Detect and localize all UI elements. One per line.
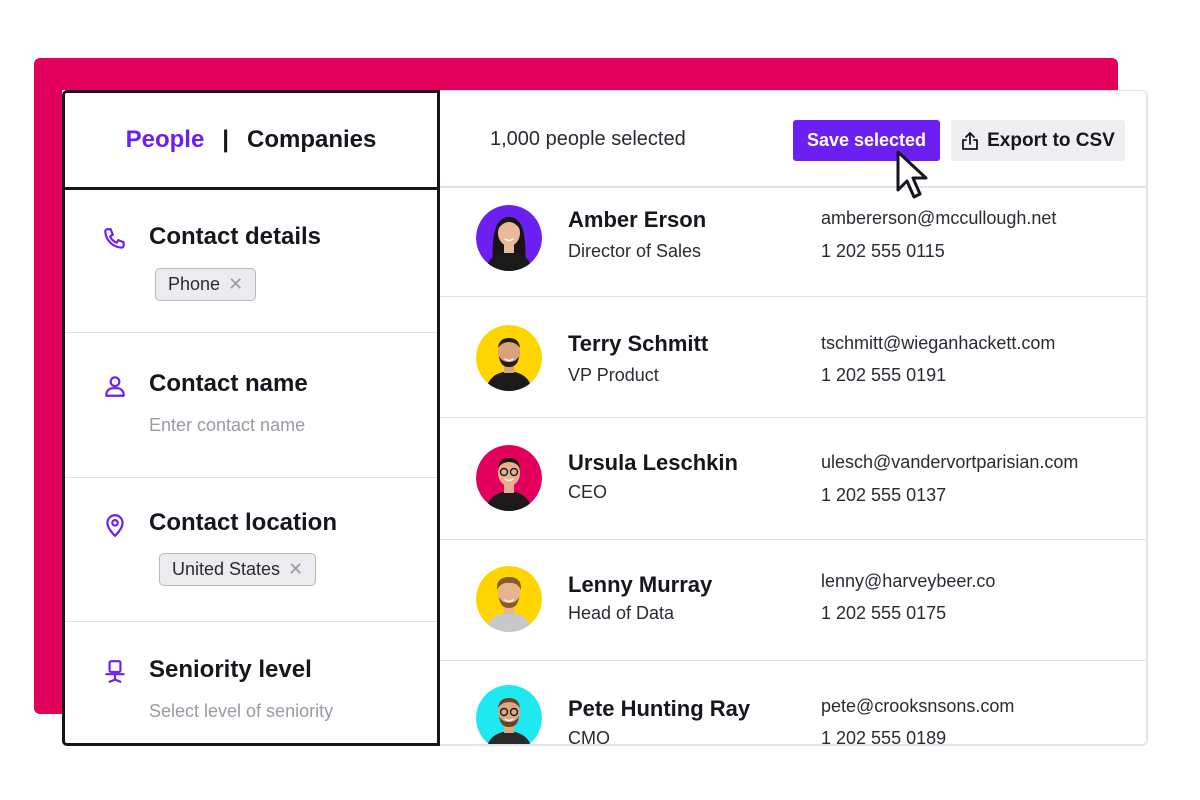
remove-chip-icon[interactable]: ✕ (228, 274, 243, 295)
seniority-select[interactable]: Select level of seniority (149, 701, 333, 722)
share-export-icon (962, 131, 979, 150)
filter-contact-details[interactable]: Contact details Phone ✕ (65, 190, 437, 333)
export-label: Export to CSV (987, 129, 1115, 151)
filter-contact-location[interactable]: Contact location United States ✕ (65, 478, 437, 622)
person-phone: 1 202 555 0175 (821, 603, 947, 623)
filter-title: Contact location (149, 509, 338, 536)
results-panel: 1,000 people selected Save selected Expo… (440, 90, 1148, 746)
person-title: CMO (568, 728, 610, 746)
mouse-cursor-icon (896, 150, 928, 199)
avatar (476, 325, 542, 391)
person-title: VP Product (568, 365, 659, 385)
person-name: Amber Erson (568, 207, 707, 232)
person-name: Pete Hunting Ray (568, 696, 751, 721)
filter-chip-phone[interactable]: Phone ✕ (155, 268, 257, 301)
avatar (476, 566, 542, 632)
table-row[interactable]: Terry Schmitt VP Product tschmitt@wiegan… (440, 297, 1146, 418)
person-phone: 1 202 555 0191 (821, 365, 947, 385)
person-name: Ursula Leschkin (568, 450, 738, 475)
person-title: Head of Data (568, 603, 675, 623)
avatar (476, 205, 542, 271)
chip-label: Phone (168, 274, 221, 294)
person-name: Terry Schmitt (568, 331, 709, 356)
table-row[interactable]: Lenny Murray Head of Data lenny@harveybe… (440, 540, 1146, 661)
person-email: ulesch@vandervortparisian.com (821, 452, 1079, 472)
location-pin-icon (106, 514, 124, 537)
person-title: CEO (568, 482, 608, 502)
filter-seniority-level[interactable]: Seniority level Select level of seniorit… (65, 622, 437, 743)
table-row[interactable]: Ursula Leschkin CEO ulesch@vandervortpar… (440, 418, 1146, 540)
person-email: ambererson@mccullough.net (821, 208, 1057, 228)
filter-chip-united-states[interactable]: United States ✕ (159, 553, 317, 586)
export-csv-button[interactable]: Export to CSV (951, 120, 1125, 161)
filter-title: Contact name (149, 370, 308, 397)
person-email: pete@crooksnsons.com (821, 696, 1015, 716)
person-phone: 1 202 555 0115 (821, 241, 945, 261)
contact-name-input[interactable]: Enter contact name (149, 415, 305, 436)
person-icon (105, 376, 125, 397)
table-row[interactable]: Pete Hunting Ray CMO pete@crooksnsons.co… (440, 661, 1146, 746)
filter-panel: People | Companies Contact details Phone… (62, 90, 440, 746)
results-toolbar: 1,000 people selected Save selected Expo… (440, 91, 1146, 188)
chip-label: United States (172, 559, 281, 579)
tab-separator: | (222, 126, 230, 153)
selected-count: 1,000 people selected (490, 128, 686, 150)
avatar (476, 685, 542, 744)
remove-chip-icon[interactable]: ✕ (288, 559, 303, 580)
phone-icon (104, 228, 125, 249)
person-email: lenny@harveybeer.co (821, 571, 996, 591)
avatar (476, 445, 542, 511)
filter-title: Seniority level (149, 656, 312, 683)
person-title: Director of Sales (568, 241, 702, 261)
app-window: People | Companies Contact details Phone… (62, 90, 1148, 746)
table-row[interactable]: Amber Erson Director of Sales ambererson… (440, 188, 1146, 297)
person-phone: 1 202 555 0189 (821, 728, 947, 746)
tab-companies[interactable]: Companies (247, 126, 376, 154)
chair-icon (105, 660, 125, 683)
filter-contact-name[interactable]: Contact name Enter contact name (65, 333, 437, 478)
entity-tabs: People | Companies (65, 93, 437, 190)
tab-people[interactable]: People (126, 126, 205, 154)
filter-title: Contact details (149, 223, 322, 250)
person-name: Lenny Murray (568, 572, 713, 597)
person-email: tschmitt@wieganhackett.com (821, 333, 1056, 353)
people-list: Amber Erson Director of Sales ambererson… (440, 188, 1146, 746)
person-phone: 1 202 555 0137 (821, 485, 947, 505)
